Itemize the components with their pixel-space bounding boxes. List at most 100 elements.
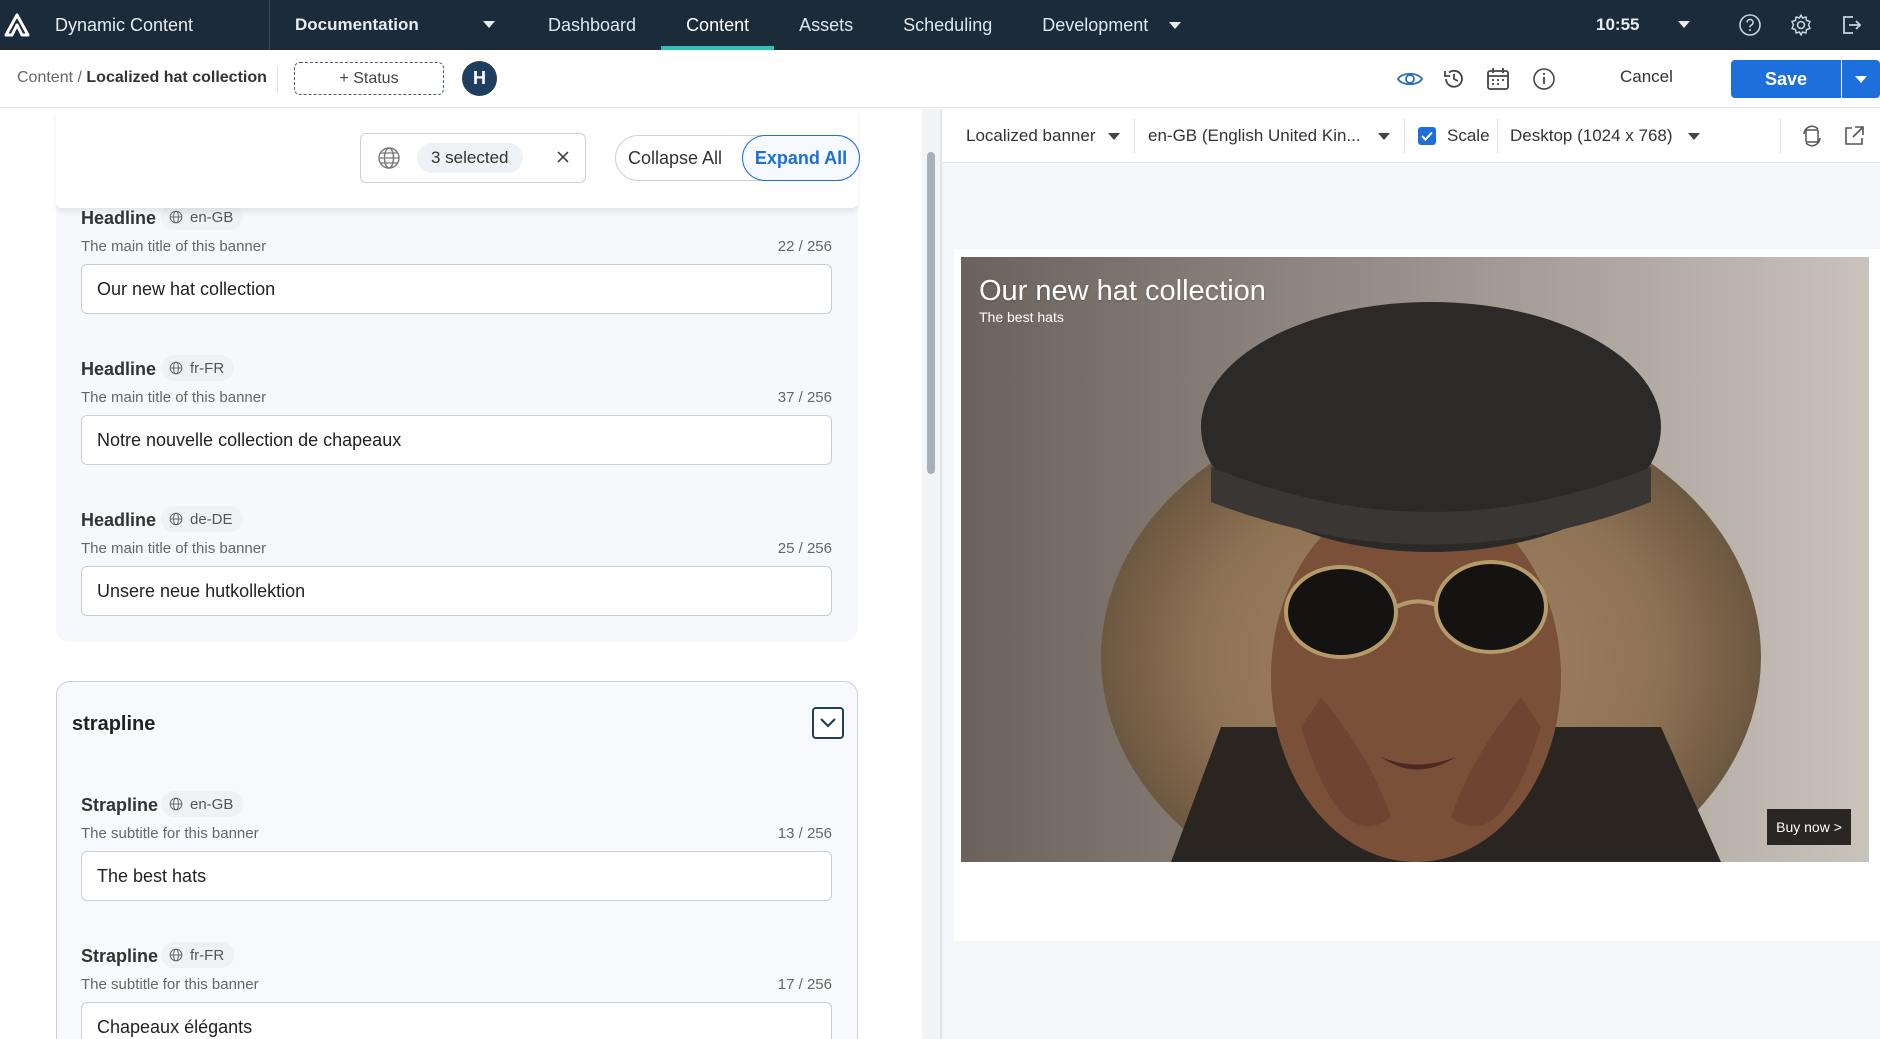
field-description: The subtitle for this banner (81, 825, 259, 842)
field-label: Headline (81, 510, 157, 530)
locale-chip-label: en-GB (190, 208, 234, 226)
toolbar-divider (1404, 119, 1405, 153)
content-toolbar: Content / Localized hat collection + Sta… (0, 50, 1880, 108)
chevron-down-icon (1855, 75, 1867, 83)
preview-toolbar: Localized banner en-GB (English United K… (942, 109, 1880, 163)
locale-chip: de-DE (161, 506, 243, 532)
field-description: The main title of this banner (81, 238, 267, 255)
sync-icon[interactable] (1800, 124, 1824, 148)
gear-icon[interactable] (1789, 13, 1813, 37)
strapline-input[interactable]: The best hats (81, 851, 832, 901)
chevron-down-icon (483, 21, 495, 28)
locale-chip-label: en-GB (190, 795, 234, 813)
cancel-button[interactable]: Cancel (1620, 67, 1673, 87)
hub-selector-label: Documentation (295, 15, 419, 34)
tab-label: Dashboard (548, 14, 637, 35)
globe-icon (169, 797, 183, 811)
breadcrumb-current: Localized hat collection (86, 69, 267, 86)
headline-input[interactable]: Notre nouvelle collection de chapeaux (81, 415, 832, 465)
field-label: Headline (81, 359, 157, 379)
field-label: Strapline (81, 946, 159, 966)
calendar-icon[interactable] (1485, 66, 1511, 92)
save-button[interactable]: Save (1731, 60, 1841, 98)
eye-icon[interactable] (1396, 66, 1424, 92)
headline-input[interactable]: Unsere neue hutkollektion (81, 566, 832, 616)
app-logo-icon[interactable] (0, 0, 34, 50)
locale-filter[interactable]: 3 selected (360, 133, 586, 183)
field-label: Headline (81, 208, 157, 228)
character-count: 25 / 256 (777, 540, 832, 557)
globe-icon (169, 948, 183, 962)
chevron-down-icon (820, 718, 836, 728)
clock-menu-chevron-icon[interactable] (1678, 21, 1690, 28)
expand-collapse-toggle: Collapse All Expand All (615, 135, 860, 181)
scale-label: Scale (1447, 126, 1490, 145)
selected-locales-chip: 3 selected (417, 143, 523, 173)
globe-icon (169, 512, 183, 526)
locale-select[interactable]: en-GB (English United Kin... (1148, 126, 1361, 146)
tab-dashboard[interactable]: Dashboard (523, 0, 661, 50)
top-navigation: Dynamic Content Documentation Dashboard … (0, 0, 1880, 50)
save-options-button[interactable] (1842, 60, 1880, 98)
help-icon[interactable] (1738, 13, 1762, 37)
tab-development[interactable]: Development (1017, 0, 1206, 50)
locale-chip-label: fr-FR (190, 946, 225, 964)
field-label: Strapline (81, 795, 159, 815)
locale-chip-label: de-DE (190, 510, 233, 528)
section-collapse-button[interactable] (812, 707, 844, 739)
add-status-button[interactable]: + Status (294, 62, 444, 95)
locale-chip: fr-FR (161, 942, 235, 968)
breadcrumb-root[interactable]: Content (17, 69, 73, 86)
field-description: The subtitle for this banner (81, 976, 259, 993)
chevron-down-icon[interactable] (1688, 133, 1700, 140)
device-select[interactable]: Desktop (1024 x 768) (1510, 126, 1673, 146)
banner-preview: Our new hat collection The best hats Buy… (961, 257, 1869, 862)
external-link-icon[interactable] (1842, 124, 1866, 148)
info-icon[interactable] (1531, 66, 1557, 92)
close-icon[interactable] (555, 149, 571, 170)
preview-panel: Localized banner en-GB (English United K… (942, 109, 1880, 1039)
headline-input[interactable]: Our new hat collection (81, 264, 832, 314)
logout-icon[interactable] (1839, 13, 1863, 37)
app-name: Dynamic Content (55, 14, 194, 35)
banner-photo (961, 257, 1869, 862)
locale-chip: fr-FR (161, 355, 235, 381)
field-description: The main title of this banner (81, 540, 267, 557)
tab-label: Assets (799, 14, 854, 35)
toolbar-divider (1780, 119, 1781, 153)
globe-icon (169, 361, 183, 375)
tab-label: Development (1042, 14, 1149, 35)
section-title: strapline (72, 713, 156, 735)
avatar[interactable]: H (462, 61, 497, 96)
locale-chip-label: fr-FR (190, 359, 225, 377)
toolbar-divider (1134, 119, 1135, 153)
tab-scheduling[interactable]: Scheduling (878, 0, 1017, 50)
visualization-select[interactable]: Localized banner (966, 126, 1095, 146)
locale-chip: en-GB (161, 791, 244, 817)
banner-headline: Our new hat collection (979, 275, 1266, 307)
character-count: 17 / 256 (777, 976, 832, 993)
tab-assets[interactable]: Assets (774, 0, 878, 50)
chevron-down-icon[interactable] (1378, 133, 1390, 140)
strapline-input[interactable]: Chapeaux élégants (81, 1002, 832, 1039)
globe-icon (378, 147, 400, 169)
hub-selector[interactable]: Documentation (270, 0, 523, 50)
character-count: 22 / 256 (777, 238, 832, 255)
chevron-down-icon (1169, 21, 1182, 29)
banner-strapline: The best hats (979, 309, 1064, 325)
toolbar-divider (277, 66, 278, 92)
expand-all-button[interactable]: Expand All (742, 135, 860, 181)
tab-content[interactable]: Content (661, 0, 775, 50)
scale-checkbox[interactable] (1418, 127, 1436, 145)
buy-now-button[interactable]: Buy now > (1767, 809, 1851, 845)
editor-scrollbar-thumb[interactable] (927, 152, 935, 474)
chevron-down-icon[interactable] (1108, 133, 1120, 140)
clock: 10:55 (1596, 15, 1640, 34)
toolbar-divider (1497, 119, 1498, 153)
tab-label: Content (686, 14, 750, 35)
content-editor-panel: Headline en-GB The main title of this ba… (0, 109, 922, 1039)
locale-filter-bar: 3 selected Collapse All Expand All (56, 109, 860, 208)
field-description: The main title of this banner (81, 389, 267, 406)
collapse-all-button[interactable]: Collapse All (616, 148, 743, 169)
history-icon[interactable] (1441, 66, 1467, 92)
